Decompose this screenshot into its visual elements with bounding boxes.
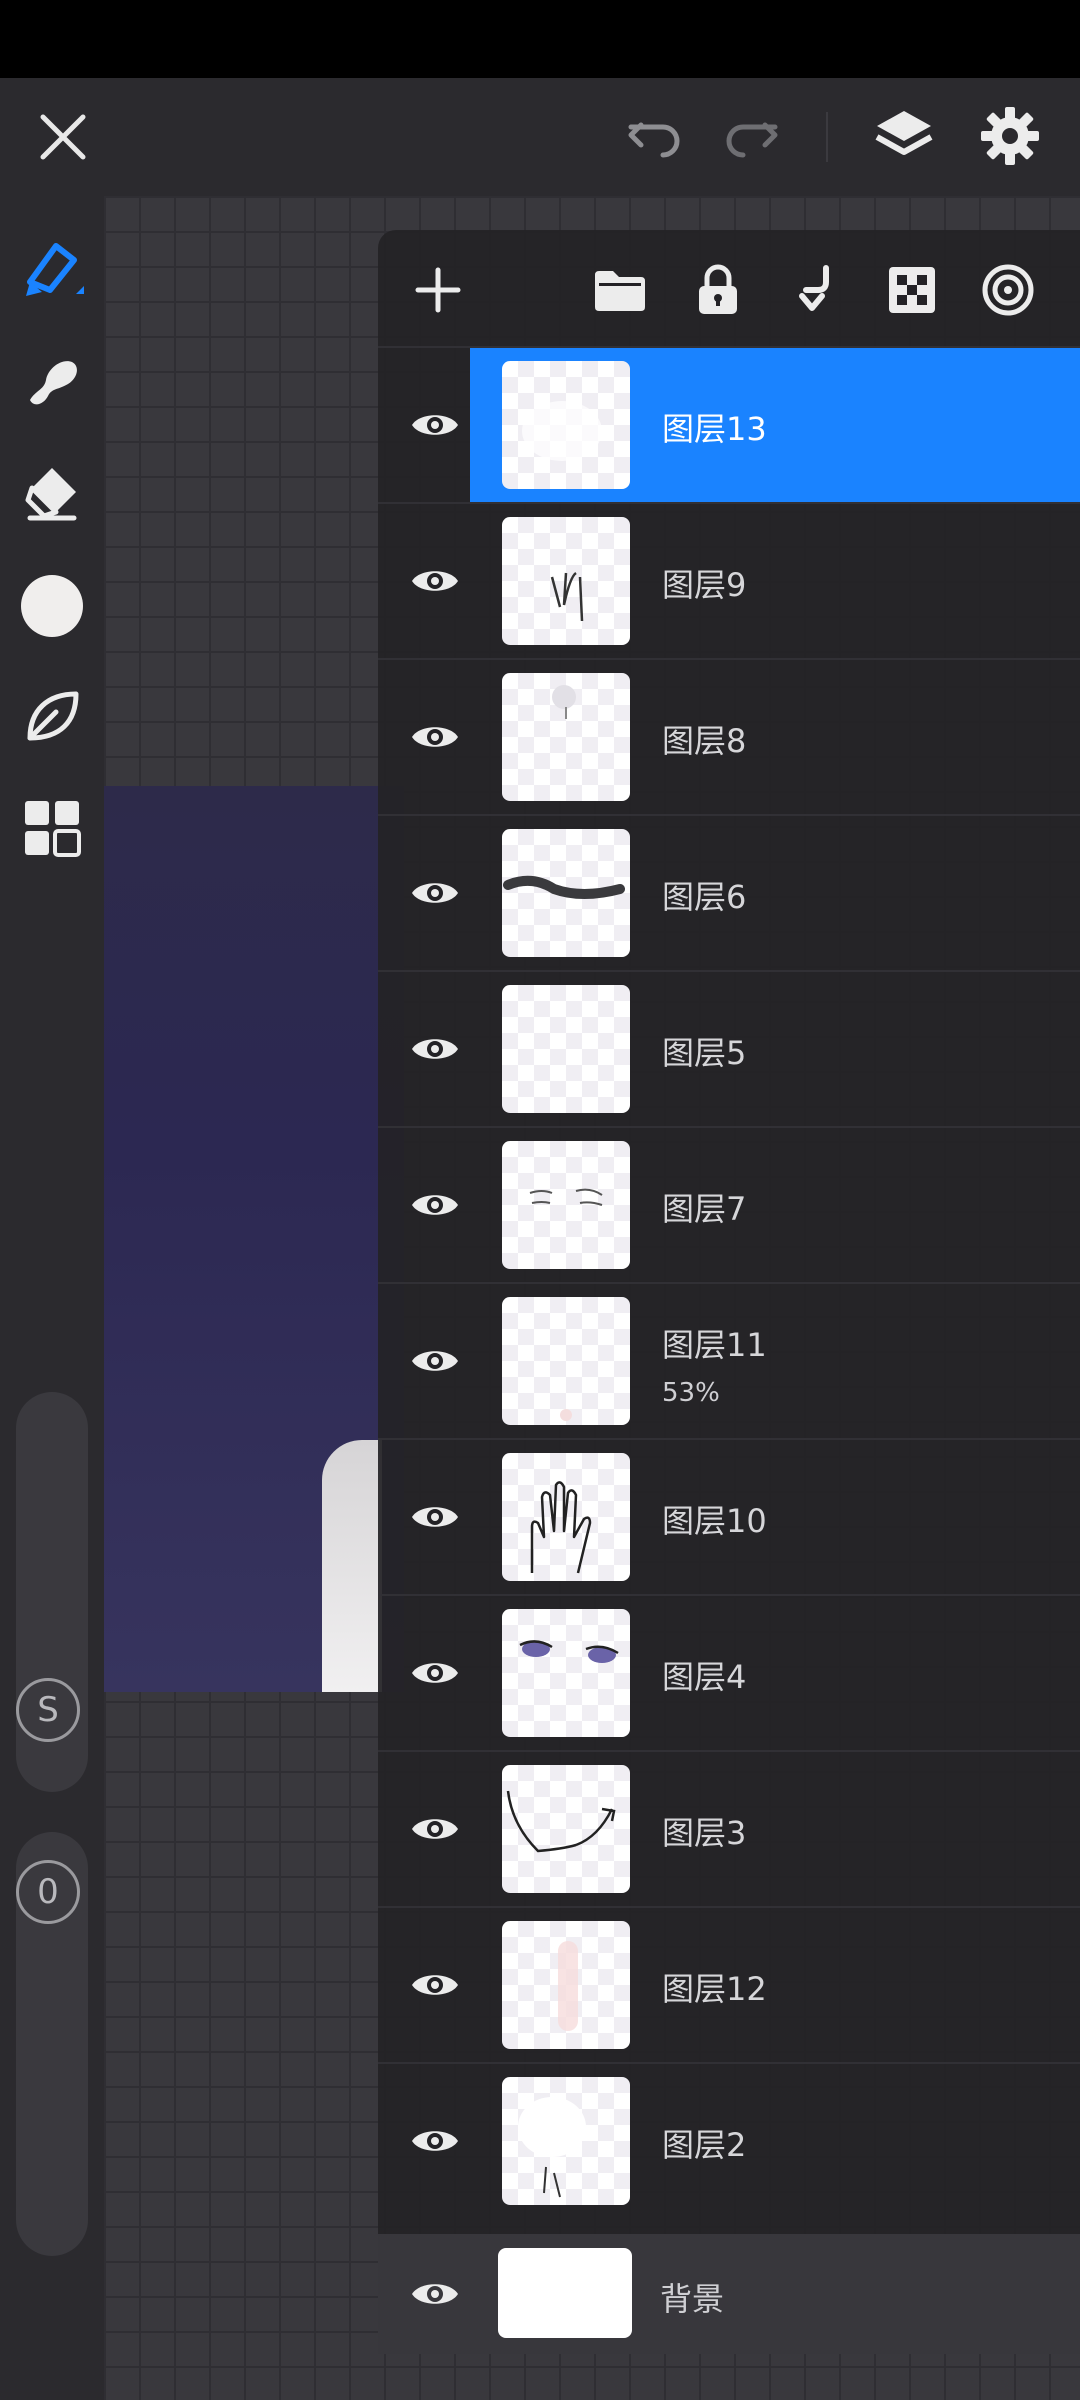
layer-body[interactable]: 图层12 — [470, 1908, 1080, 2062]
eye-icon[interactable] — [398, 1636, 472, 1710]
layer-name: 图层5 — [662, 1034, 747, 1072]
eye-icon[interactable] — [398, 1168, 472, 1242]
status-bar — [0, 0, 1080, 78]
eye-icon[interactable] — [398, 1324, 472, 1398]
layer-body[interactable]: 图层8 — [470, 660, 1080, 814]
layer-row[interactable]: 图层10 — [378, 1438, 1080, 1594]
eye-icon[interactable] — [398, 2257, 472, 2331]
layer-row[interactable]: 图层6 — [378, 814, 1080, 970]
layer-name: 图层6 — [662, 878, 747, 916]
lock-icon[interactable] — [688, 260, 748, 320]
layer-row[interactable]: 图层7 — [378, 1126, 1080, 1282]
settings-icon[interactable] — [974, 100, 1046, 172]
eye-icon[interactable] — [398, 856, 472, 930]
layer-body[interactable]: 图层2 — [470, 2064, 1080, 2218]
layer-body[interactable]: 图层5 — [470, 972, 1080, 1126]
layer-body[interactable]: 图层11 53% — [470, 1284, 1080, 1438]
layer-name: 图层13 — [662, 410, 767, 448]
size-slider-label: S — [37, 1690, 59, 1730]
layer-body[interactable]: 图层10 — [470, 1440, 1080, 1594]
leaf-icon[interactable] — [18, 682, 86, 750]
close-icon[interactable] — [30, 104, 96, 170]
layer-row[interactable]: 图层4 — [378, 1594, 1080, 1750]
layer-row[interactable]: 图层13 — [378, 346, 1080, 502]
layer-name: 图层8 — [662, 722, 747, 760]
layer-thumbnail — [502, 517, 630, 645]
top-bar — [0, 78, 1080, 196]
layer-name: 图层10 — [662, 1502, 767, 1540]
layer-row[interactable]: 图层8 — [378, 658, 1080, 814]
topbar-divider — [826, 112, 828, 162]
layer-name: 图层12 — [662, 1970, 767, 2008]
add-icon[interactable] — [408, 260, 468, 320]
layer-body[interactable]: 图层9 — [470, 504, 1080, 658]
layer-body[interactable]: 图层3 — [470, 1752, 1080, 1906]
layer-thumbnail — [502, 1297, 630, 1425]
layer-thumbnail — [502, 2077, 630, 2205]
background-thumbnail — [498, 2248, 632, 2338]
layer-name: 图层11 — [662, 1326, 767, 1364]
background-layer-name: 背景 — [660, 2280, 725, 2318]
eye-icon[interactable] — [398, 388, 472, 462]
layer-name: 图层9 — [662, 566, 747, 604]
layer-thumbnail — [502, 1921, 630, 2049]
undo-icon[interactable] — [620, 104, 690, 170]
brush-icon[interactable] — [18, 236, 86, 304]
smudge-icon[interactable] — [18, 346, 86, 414]
layer-opacity: 53% — [662, 1378, 720, 1408]
merge-down-icon[interactable] — [786, 260, 846, 320]
eye-icon[interactable] — [398, 1012, 472, 1086]
layer-thumbnail — [502, 1141, 630, 1269]
layer-name: 图层7 — [662, 1190, 747, 1228]
layer-thumbnail — [502, 985, 630, 1113]
layer-row[interactable]: 图层3 — [378, 1750, 1080, 1906]
size-slider-button[interactable]: S — [16, 1678, 80, 1742]
layer-body[interactable]: 图层4 — [470, 1596, 1080, 1750]
layer-thumbnail — [502, 1765, 630, 1893]
redo-icon[interactable] — [716, 104, 786, 170]
background-layer-row[interactable]: 背景 — [378, 2234, 1080, 2354]
eraser-icon[interactable] — [18, 458, 86, 526]
layer-row[interactable]: 图层9 — [378, 502, 1080, 658]
layer-thumbnail — [502, 1453, 630, 1581]
layer-thumbnail — [502, 361, 630, 489]
layer-thumbnail — [502, 829, 630, 957]
color-swatch[interactable] — [18, 572, 86, 640]
transparency-icon[interactable] — [882, 260, 942, 320]
layer-name: 图层2 — [662, 2126, 747, 2164]
folder-icon[interactable] — [590, 260, 650, 320]
eye-icon[interactable] — [398, 1792, 472, 1866]
layer-name: 图层3 — [662, 1814, 747, 1852]
reference-icon[interactable] — [978, 260, 1038, 320]
layer-thumbnail — [502, 1609, 630, 1737]
layers-icon[interactable] — [868, 100, 940, 172]
grid-icon[interactable] — [18, 794, 86, 862]
layer-row[interactable]: 图层5 — [378, 970, 1080, 1126]
layers-panel: 图层13 图层9 图层8 图层6 图层5 图层7 图层11 53% 图层10 图… — [378, 230, 1080, 2354]
eye-icon[interactable] — [398, 1948, 472, 2022]
tool-sidebar: S 0 — [0, 196, 104, 2400]
opacity-slider-label: 0 — [37, 1872, 59, 1912]
eye-icon[interactable] — [398, 1480, 472, 1554]
eye-icon[interactable] — [398, 700, 472, 774]
opacity-slider-button[interactable]: 0 — [16, 1860, 80, 1924]
layer-row[interactable]: 图层2 — [378, 2062, 1080, 2218]
layer-body[interactable]: 图层13 — [470, 348, 1080, 502]
layer-row[interactable]: 图层11 53% — [378, 1282, 1080, 1438]
layer-thumbnail — [502, 673, 630, 801]
layer-body[interactable]: 图层7 — [470, 1128, 1080, 1282]
eye-icon[interactable] — [398, 544, 472, 618]
layer-row[interactable]: 图层12 — [378, 1906, 1080, 2062]
artwork-figure — [322, 1440, 382, 1692]
eye-icon[interactable] — [398, 2104, 472, 2178]
layer-body[interactable]: 图层6 — [470, 816, 1080, 970]
layer-name: 图层4 — [662, 1658, 747, 1696]
layers-panel-header — [378, 230, 1080, 348]
